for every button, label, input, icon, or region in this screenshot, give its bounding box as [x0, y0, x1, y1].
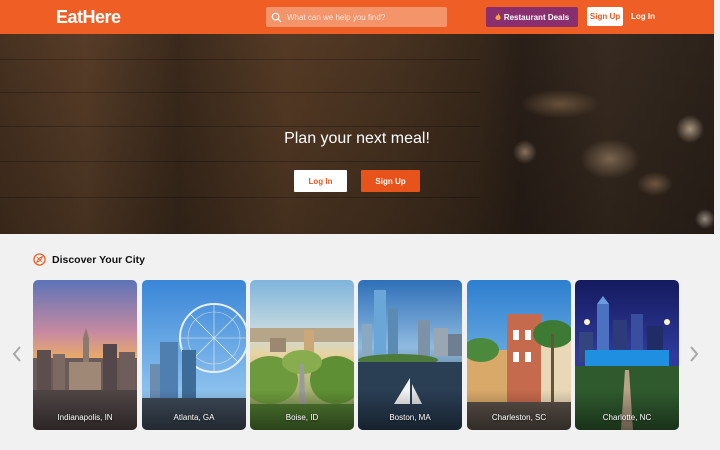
search-icon	[271, 12, 282, 23]
city-card-indianapolis[interactable]: Indianapolis, IN	[33, 280, 137, 430]
city-card-boston[interactable]: Boston, MA	[358, 280, 462, 430]
city-name-label: Charlotte, NC	[602, 413, 652, 422]
city-card-charleston[interactable]: Charleston, SC	[467, 280, 571, 430]
city-name-label: Charleston, SC	[491, 413, 547, 422]
city-name-label: Boise, ID	[285, 413, 319, 422]
hero-signup-button[interactable]: Sign Up	[361, 170, 420, 192]
restaurant-deals-button[interactable]: Restaurant Deals	[486, 7, 578, 27]
eathere-logo[interactable]: EatHere	[56, 7, 121, 28]
city-name-label: Boston, MA	[389, 413, 431, 422]
flame-icon	[495, 13, 501, 20]
header-login-link[interactable]: Log In	[629, 7, 657, 26]
search-box[interactable]	[266, 7, 447, 27]
city-card-boise[interactable]: Boise, ID	[250, 280, 354, 430]
carousel-prev-arrow-icon[interactable]	[11, 344, 23, 364]
compass-icon	[33, 253, 46, 266]
restaurant-deals-label: Restaurant Deals	[503, 12, 570, 22]
city-name-label: Atlanta, GA	[173, 413, 215, 422]
discover-title: Discover Your City	[52, 253, 145, 266]
carousel-next-arrow-icon[interactable]	[688, 344, 700, 364]
top-navigation-bar: EatHere Restaurant Deals Sign Up Log In	[0, 0, 714, 34]
city-card-charlotte[interactable]: Charlotte, NC	[575, 280, 679, 430]
hero-title: Plan your next meal!	[284, 130, 430, 147]
hero-login-button[interactable]: Log In	[294, 170, 347, 192]
discover-heading: Discover Your City	[33, 253, 145, 266]
hero-banner: Plan your next meal! Log In Sign Up	[0, 34, 714, 234]
city-name-label: Indianapolis, IN	[57, 413, 113, 422]
header-signup-button[interactable]: Sign Up	[587, 7, 623, 26]
search-input[interactable]	[287, 12, 437, 22]
city-card-atlanta[interactable]: Atlanta, GA	[142, 280, 246, 430]
